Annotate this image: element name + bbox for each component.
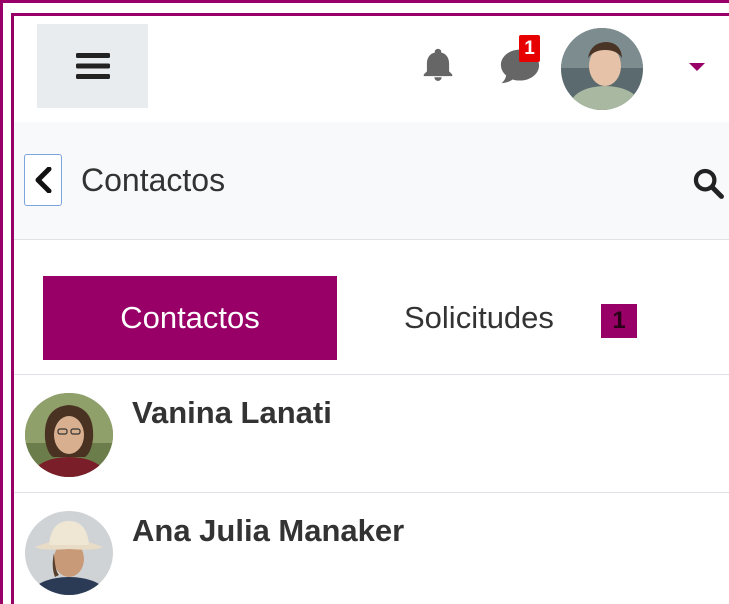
page-title: Contactos [81, 162, 226, 198]
tab-solicitudes-label: Solicitudes [404, 300, 554, 335]
list-item[interactable]: Vanina Lanati [14, 375, 729, 493]
list-item[interactable]: Ana Julia Manaker [14, 493, 729, 604]
app-frame: 1 Contactos Contactos Solicitudes 1 Vani… [0, 0, 729, 604]
top-navbar: 1 [14, 13, 729, 122]
hamburger-icon [75, 53, 110, 79]
back-button[interactable] [24, 154, 62, 206]
user-avatar-image [561, 28, 643, 110]
solicitudes-count-badge: 1 [601, 304, 637, 338]
user-avatar[interactable] [561, 28, 643, 110]
bell-icon[interactable] [419, 46, 457, 84]
contacts-list: Vanina Lanati Ana Julia Manaker [14, 375, 729, 604]
contact-name: Vanina Lanati [132, 395, 332, 430]
tab-solicitudes[interactable]: Solicitudes [404, 276, 554, 360]
chevron-left-icon [35, 167, 52, 193]
contact-name: Ana Julia Manaker [132, 513, 405, 548]
contact-avatar [25, 511, 113, 595]
contact-avatar [25, 393, 113, 477]
menu-button[interactable] [37, 24, 148, 108]
search-icon[interactable] [691, 166, 725, 200]
messages-count-badge: 1 [519, 35, 540, 62]
caret-down-icon[interactable] [689, 63, 705, 71]
page-header: Contactos [14, 122, 729, 240]
tab-contactos[interactable]: Contactos [43, 276, 337, 360]
tabs-bar: Contactos Solicitudes 1 [14, 240, 729, 375]
